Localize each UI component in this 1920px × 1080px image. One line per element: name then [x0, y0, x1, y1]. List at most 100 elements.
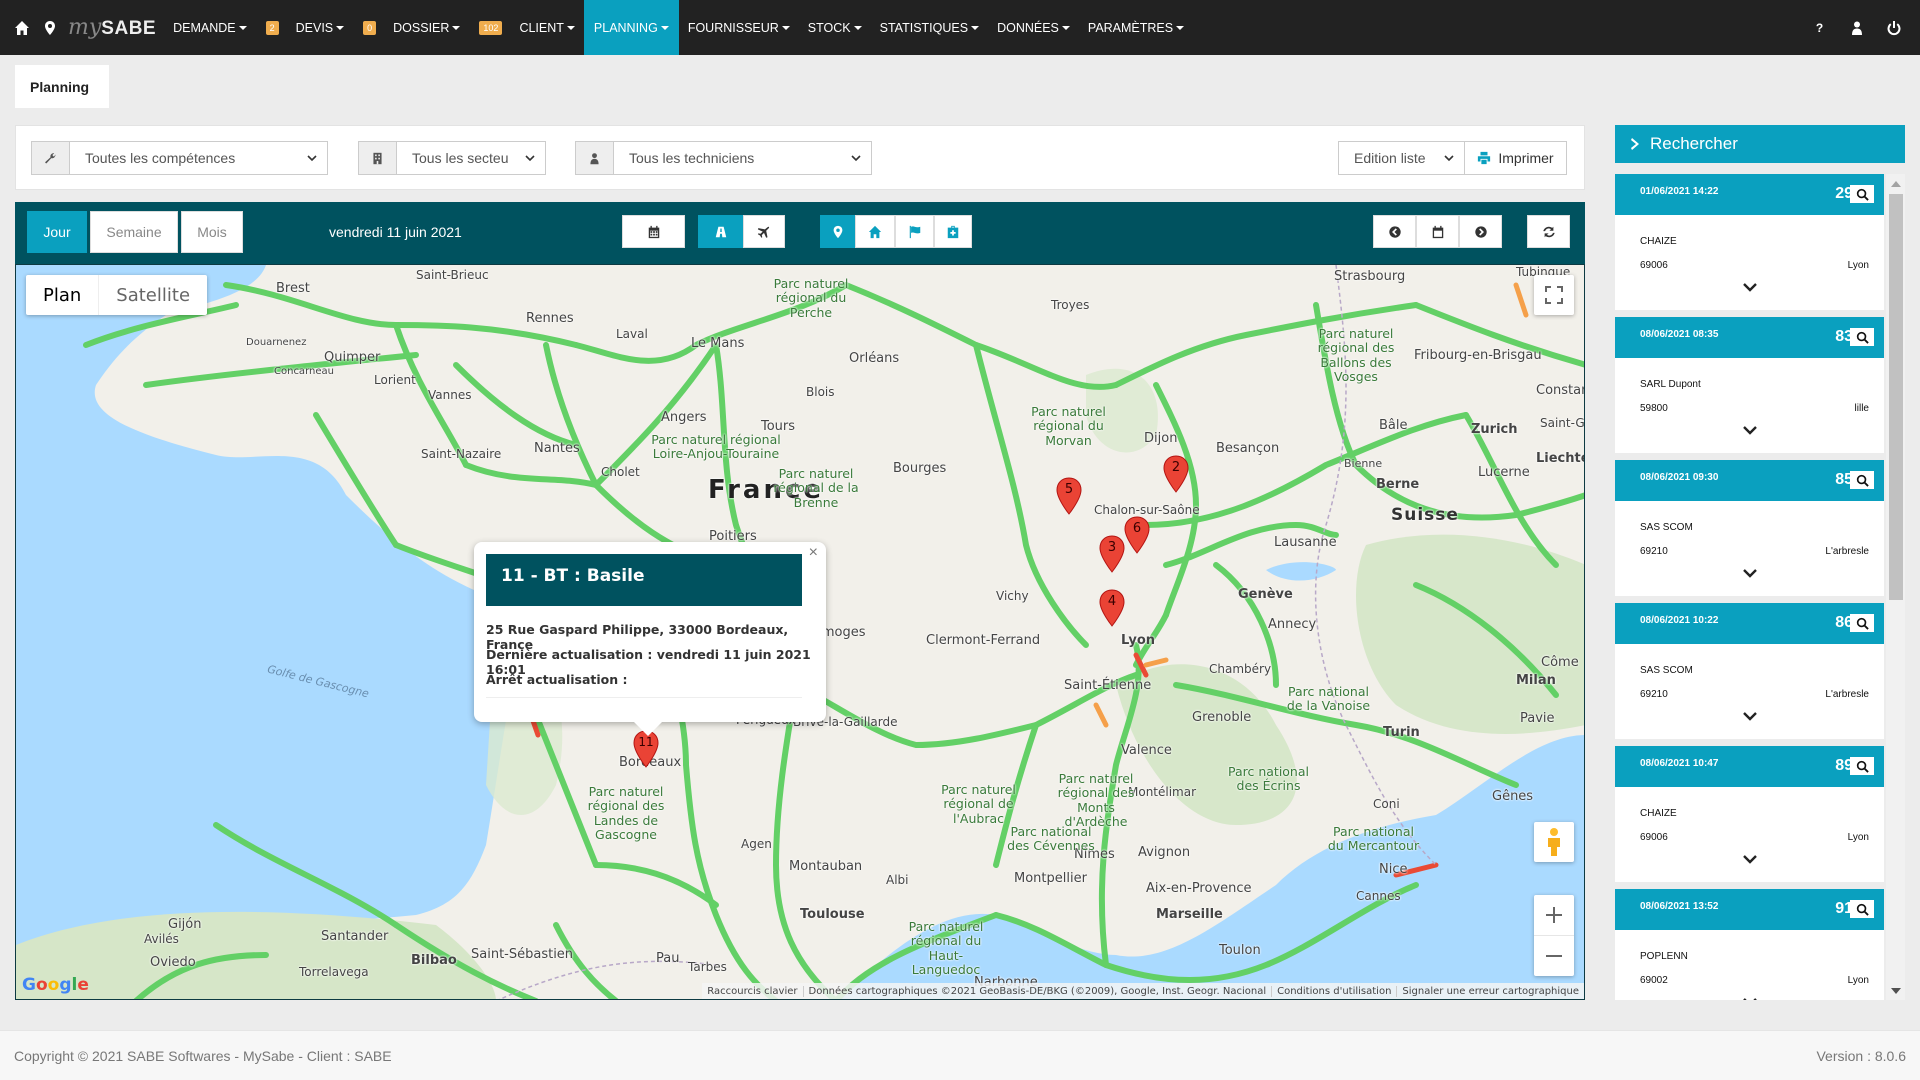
technician-marker[interactable]: 4: [1099, 589, 1125, 627]
map-label-park: Parc national du Mercantour: [1327, 824, 1420, 854]
intervention-card[interactable]: 08/06/2021 13:52 91 POPLENN 69002 Lyon: [1615, 889, 1884, 1000]
card-search-button[interactable]: [1850, 185, 1874, 203]
keyboard-shortcuts-link[interactable]: Raccourcis clavier: [702, 986, 802, 997]
techniciens-select[interactable]: Tous les techniciens: [614, 142, 871, 174]
chevron-down-icon[interactable]: [1742, 996, 1758, 1000]
competences-filter[interactable]: Toutes les compétences: [31, 141, 328, 175]
zoom-in-button[interactable]: [1534, 896, 1574, 936]
nav-devis[interactable]: DEVIS: [287, 0, 354, 55]
caret-down-icon: [971, 25, 980, 30]
help-icon[interactable]: ?: [1801, 0, 1838, 55]
plane-icon: [757, 226, 770, 238]
mysabe-logo[interactable]: my SABE: [68, 15, 156, 40]
card-search-button[interactable]: [1850, 900, 1874, 918]
terms-link[interactable]: Conditions d'utilisation: [1271, 985, 1396, 997]
map-label: Aix-en-Provence: [1146, 881, 1252, 896]
nav-fournisseur[interactable]: FOURNISSEUR: [679, 0, 799, 55]
map-label-park: Parc naturel régional du Perche: [773, 276, 849, 320]
power-icon[interactable]: [1875, 0, 1912, 55]
list-scrollbar[interactable]: [1886, 174, 1905, 1000]
search-panel-toggle[interactable]: Rechercher: [1615, 125, 1905, 163]
map-type-plan[interactable]: Plan: [26, 275, 100, 315]
print-button[interactable]: Imprimer: [1465, 141, 1567, 175]
marker-filter-button[interactable]: [820, 215, 855, 248]
competences-select[interactable]: Toutes les compétences: [70, 142, 327, 174]
view-jour-button[interactable]: Jour: [27, 211, 87, 253]
map-label: Besançon: [1216, 441, 1280, 456]
zoom-control: [1534, 895, 1574, 976]
nav-dossier[interactable]: DOSSIER: [384, 0, 469, 55]
card-search-button[interactable]: [1850, 471, 1874, 489]
view-mois-button[interactable]: Mois: [181, 211, 243, 253]
card-search-button[interactable]: [1850, 614, 1874, 632]
techniciens-filter[interactable]: Tous les techniciens: [575, 141, 872, 175]
technician-marker[interactable]: 2: [1163, 455, 1189, 493]
nav-label: FOURNISSEUR: [687, 20, 779, 35]
plane-mode-button[interactable]: [743, 215, 785, 248]
caret-down-icon: [238, 25, 247, 30]
nav-client[interactable]: CLIENT: [510, 0, 583, 55]
caret-down-icon: [566, 25, 575, 30]
previous-day-button[interactable]: [1373, 215, 1416, 248]
secteurs-filter[interactable]: Tous les secteu: [358, 141, 546, 175]
scroll-down-icon[interactable]: [1891, 988, 1901, 994]
map-attribution: Raccourcis clavier Données cartographiqu…: [702, 983, 1584, 999]
scroll-up-icon[interactable]: [1891, 181, 1901, 187]
chevron-down-icon[interactable]: [1742, 424, 1758, 436]
card-search-button[interactable]: [1850, 328, 1874, 346]
today-button[interactable]: [1416, 215, 1459, 248]
technician-marker[interactable]: 6: [1124, 516, 1150, 554]
map-type-satellite[interactable]: Satellite: [99, 275, 207, 315]
refresh-button[interactable]: [1527, 215, 1570, 248]
map-label-park: Parc naturel régional des Monts d'Ardèch…: [1057, 771, 1135, 830]
nav-statistiques[interactable]: STATISTIQUES: [871, 0, 988, 55]
chevron-down-icon[interactable]: [1742, 281, 1758, 293]
nav-planning[interactable]: PLANNING: [583, 0, 679, 55]
intervention-card[interactable]: 08/06/2021 10:47 89 CHAIZE 69006 Lyon: [1615, 746, 1884, 882]
technician-marker[interactable]: 3: [1099, 535, 1125, 573]
print-label: Imprimer: [1498, 150, 1554, 166]
user-icon[interactable]: [1838, 0, 1875, 55]
intervention-card[interactable]: 01/06/2021 14:22 29 CHAIZE 69006 Lyon: [1615, 174, 1884, 310]
technician-marker[interactable]: 5: [1056, 477, 1082, 515]
calendar-button[interactable]: [622, 215, 685, 248]
nav-demande[interactable]: DEMANDE: [164, 0, 256, 55]
map-label: Agen: [741, 837, 772, 851]
card-zip: 69002: [1640, 975, 1668, 986]
medical-filter-button[interactable]: [934, 215, 972, 248]
page-title-tab[interactable]: Planning: [15, 65, 109, 108]
intervention-card[interactable]: 08/06/2021 09:30 85 SAS SCOM 69210 L'arbresl…: [1615, 460, 1884, 596]
fullscreen-button[interactable]: [1534, 275, 1574, 315]
card-date: 08/06/2021 10:47: [1640, 758, 1719, 769]
scroll-thumb[interactable]: [1889, 194, 1903, 600]
report-error-link[interactable]: Signaler une erreur cartographique: [1396, 985, 1584, 997]
intervention-card[interactable]: 08/06/2021 08:35 83 SARL Dupont 59800 lille: [1615, 317, 1884, 453]
chevron-down-icon[interactable]: [1742, 567, 1758, 579]
road-mode-button[interactable]: [698, 215, 743, 248]
edition-select[interactable]: Edition liste: [1338, 141, 1465, 175]
view-semaine-button[interactable]: Semaine: [90, 211, 178, 253]
zoom-out-button[interactable]: [1534, 936, 1574, 976]
street-view-pegman[interactable]: [1534, 822, 1574, 862]
secteurs-select[interactable]: Tous les secteu: [397, 142, 545, 174]
map-label: Saint-Brieuc: [416, 268, 489, 282]
refresh-icon: [1542, 226, 1555, 237]
map-label-park: Parc naturel régional de l'Aubrac: [941, 782, 1016, 826]
home-filter-button[interactable]: [855, 215, 895, 248]
card-search-button[interactable]: [1850, 757, 1874, 775]
next-day-button[interactable]: [1459, 215, 1502, 248]
map[interactable]: Brest Saint-Brieuc Rennes Laval Le Mans …: [15, 264, 1585, 1000]
intervention-card[interactable]: 08/06/2021 10:22 86 SAS SCOM 69210 L'arbresl…: [1615, 603, 1884, 739]
close-icon[interactable]: ×: [809, 544, 818, 562]
map-marker-icon[interactable]: [36, 0, 64, 55]
card-zip: 69006: [1640, 832, 1668, 843]
chevron-down-icon[interactable]: [1742, 853, 1758, 865]
chevron-down-icon[interactable]: [1742, 710, 1758, 722]
home-icon[interactable]: [8, 0, 36, 55]
nav-stock[interactable]: STOCK: [799, 0, 871, 55]
nav-donnees[interactable]: DONNÉES: [988, 0, 1079, 55]
flag-filter-button[interactable]: [895, 215, 934, 248]
nav-parametres[interactable]: PARAMÈTRES: [1079, 0, 1193, 55]
card-city: L'arbresle: [1825, 546, 1869, 557]
map-label: Vichy: [996, 589, 1029, 603]
